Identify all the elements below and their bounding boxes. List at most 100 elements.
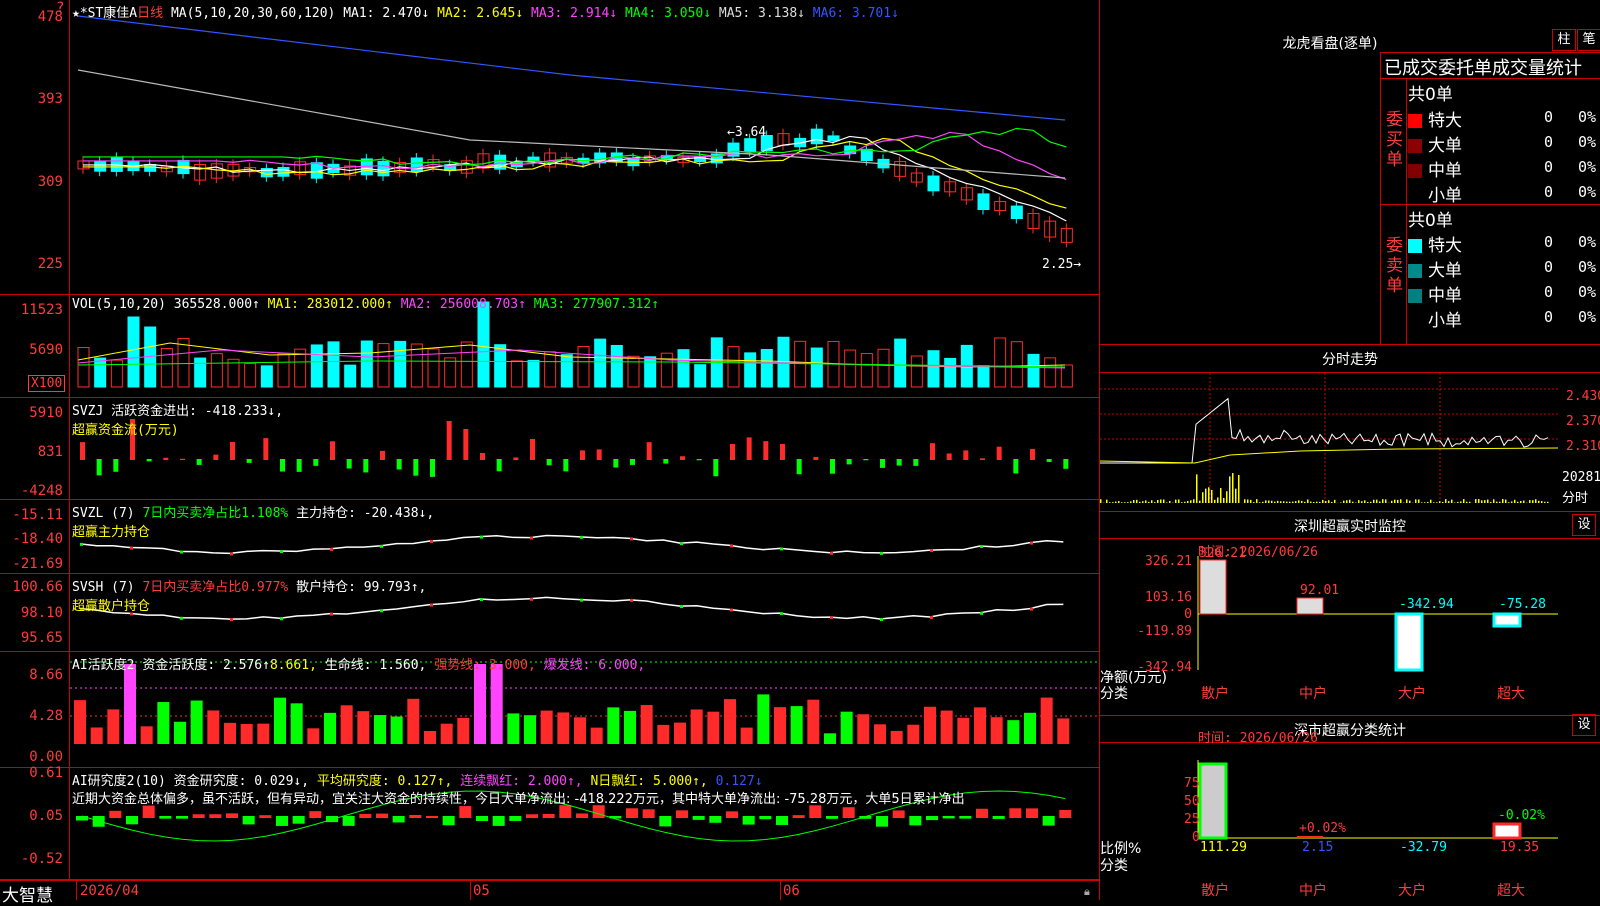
intraday-volume-bar [1343, 501, 1345, 503]
ai-research-panel[interactable]: 0.61 0.05 -0.52 AI研究度2(10) 资金研究度: 0.029↓… [0, 768, 1100, 880]
fund-flow-bar [863, 459, 868, 460]
intraday-volume-bar [1493, 499, 1495, 503]
intraday-volume-bar [1307, 500, 1309, 503]
order-stats-header: 已成交委托单成交量统计 [1384, 54, 1582, 80]
activity-bar [557, 712, 569, 744]
lock-icon[interactable]: 🔒︎ [1084, 885, 1090, 899]
sz-net-flow-chart[interactable] [1100, 512, 1600, 716]
intraday-volume-bar [1520, 501, 1522, 503]
sz-class-panel[interactable]: 深市超赢分类统计 设 时间: 2026/06/26 75 50 25 0 比例%… [1100, 716, 1600, 900]
intraday-volume-bar [1406, 499, 1408, 503]
ma4-value: MA4: 3.050↓ [625, 6, 711, 21]
fund-flow-bar [613, 459, 618, 468]
ma6-line [78, 16, 1065, 120]
research-bar [776, 816, 788, 825]
intraday-volume-bar [1529, 500, 1531, 503]
candle-body [378, 161, 389, 175]
tick-view-button[interactable]: 笔 [1577, 29, 1600, 51]
ai-activity-panel[interactable]: 8.66 4.28 0.00 AI活跃度2 资金活跃度: 2.576↑8.661… [0, 652, 1100, 768]
ai-life-line: 生命线: 1.560, [325, 658, 427, 673]
svzj-panel[interactable]: 5910 831 -4248 SVZJ 活跃资金进出: -418.233↓, 超… [0, 398, 1100, 500]
intraday-volume-bar [1184, 502, 1186, 503]
position-tick [1030, 542, 1033, 545]
row-count: 0 [1544, 158, 1553, 176]
kline-panel[interactable]: 478 393 309 225 ? ★*ST康佳A日线 MA(5,10,20,3… [0, 0, 1100, 295]
period-label[interactable]: 日线 [137, 6, 163, 21]
fund-flow-bar [780, 444, 785, 460]
intraday-volume-bar [1187, 501, 1189, 503]
fund-flow-bar [980, 458, 985, 460]
volume-bar [195, 358, 206, 387]
intraday-volume-bar [1328, 500, 1330, 503]
fund-flow-bar [280, 459, 285, 472]
intraday-volume-bar [1256, 499, 1258, 503]
intraday-volume-bar [1148, 502, 1150, 503]
sz-monitor-value: 326.21 [1199, 546, 1246, 561]
bar-view-button[interactable]: 柱 [1552, 29, 1576, 51]
intraday-price-line [1100, 399, 1548, 463]
intraday-volume-bar [1232, 473, 1234, 503]
xl-sell-swatch [1408, 239, 1422, 253]
candle-body [1045, 221, 1056, 237]
svzl-panel[interactable]: -15.11 -18.40 -21.69 SVZL (7) 7日内买卖净占比1.… [0, 500, 1100, 574]
intraday-volume-bar [1463, 499, 1465, 503]
buy-row-l: 大单 [1408, 131, 1462, 156]
research-bar [626, 808, 638, 818]
intraday-volume-bar [1535, 499, 1537, 503]
intraday-vol: 20281 [1562, 470, 1600, 485]
intraday-volume-bar [1145, 500, 1147, 503]
intraday-volume-bar [1244, 499, 1246, 503]
intraday-volume-bar [1475, 499, 1477, 503]
candlestick-chart[interactable] [70, 0, 1099, 295]
volume-bar [761, 349, 772, 387]
vol-unit-badge[interactable]: X100 [28, 375, 65, 392]
fund-flow-bar [1063, 459, 1068, 469]
volume-bar [378, 344, 389, 387]
intraday-volume-bar [1523, 501, 1525, 503]
ma1-value: MA1: 2.470↓ [343, 6, 429, 21]
intraday-volume-bar [1325, 501, 1327, 503]
ai-research-avg: 平均研究度: 0.127↑, [317, 774, 452, 789]
volume-bar [261, 366, 272, 387]
intraday-volume-bar [1196, 474, 1198, 503]
intraday-volume-bar [1154, 502, 1156, 503]
sz-class-ytick: 50 [1184, 794, 1200, 809]
buy-row-s: 小单 [1408, 181, 1462, 206]
volume-bar [278, 354, 289, 387]
high-price-label: ←3.64 [727, 125, 766, 140]
retail-net-bar [1200, 560, 1226, 614]
row-count: 0 [1544, 283, 1553, 301]
fund-flow-bar [80, 442, 85, 460]
intraday-chart[interactable] [1100, 345, 1600, 512]
volume-panel[interactable]: 11523 5690 X100 VOL(5,10,20) 365528.000↑… [0, 295, 1100, 398]
intraday-volume-bar [1496, 502, 1498, 503]
sz-class-pct: +0.02% [1299, 821, 1346, 836]
intraday-panel[interactable]: 分时走势 2.430 2.370 2.310 20281 分时 [1100, 345, 1600, 512]
intraday-volume-bar [1457, 502, 1459, 503]
activity-bar [124, 664, 136, 744]
svsh-panel[interactable]: 100.66 98.10 95.65 SVSH (7) 7日内买卖净占比0.97… [0, 574, 1100, 652]
intraday-volume-bar [1283, 501, 1285, 503]
vol-ytick: 11523 [21, 303, 63, 317]
position-tick [1030, 608, 1033, 611]
activity-bar [224, 723, 236, 744]
intraday-volume-bar [1220, 488, 1222, 503]
intraday-volume-bar [1508, 502, 1510, 503]
intraday-volume-bar [1226, 491, 1228, 503]
activity-bar [524, 715, 536, 744]
row-pct: 0% [1578, 108, 1596, 126]
sell-row-xl: 特大 [1408, 231, 1462, 256]
volume-bar [628, 356, 639, 387]
vol-value: 365528.000↑ [174, 297, 260, 312]
sz-monitor-value: -342.94 [1399, 597, 1454, 612]
fund-flow-bar [630, 459, 635, 465]
sz-monitor-panel[interactable]: 深圳超赢实时监控 设 时间: 2026/06/26 326.21 103.16 … [1100, 512, 1600, 716]
fund-flow-bar [930, 443, 935, 460]
row-label: 大单 [1428, 136, 1462, 156]
volume-bar [361, 341, 372, 387]
intraday-volume-bar [1100, 499, 1102, 503]
intraday-volume-bar [1439, 501, 1441, 503]
kline-ytick: 225 [38, 257, 63, 271]
volume-bar [1028, 354, 1039, 387]
stock-name[interactable]: ★*ST康佳A [72, 6, 137, 21]
